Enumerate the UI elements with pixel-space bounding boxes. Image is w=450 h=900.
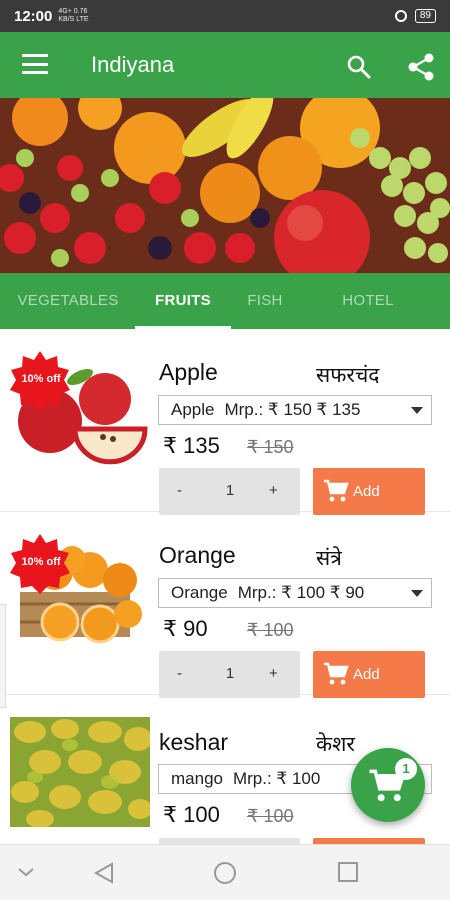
add-button-label: Add [353,666,380,683]
original-price: ₹ 100 [247,620,294,640]
variant-select[interactable]: Orange Mrp.: ₹ 100 ₹ 90 [158,578,432,608]
selling-price: ₹ 100 [163,802,220,827]
search-icon[interactable] [346,54,372,80]
tab-fish[interactable]: FISH [231,273,299,329]
variant-name: Apple [171,400,215,419]
system-navigation-bar [0,844,450,900]
product-card: 10% off Orange संत्रे Orange Mrp.: ₹ 100 … [0,512,450,698]
original-price: ₹ 150 [247,437,294,457]
variant-mrp: Mrp.: ₹ 150 ₹ 135 [224,400,361,419]
cart-icon [324,662,349,685]
quantity-value: 1 [225,665,235,682]
network-speed: 4G+ 0.76 KB/S LTE [58,8,88,24]
tab-hotel[interactable]: HOTEL [326,273,410,329]
add-to-cart-button[interactable]: Add [313,651,425,698]
product-name: Orange [159,542,236,568]
increase-quantity-button[interactable]: + [269,482,278,499]
status-bar: 12:00 4G+ 0.76 KB/S LTE 89 [0,0,450,32]
selling-price: ₹ 90 [163,616,208,641]
mango-image [10,717,150,827]
quantity-value: 1 [225,482,235,499]
product-name-local: संत्रे [316,546,342,570]
discount-badge-label: 10% off [21,556,61,568]
menu-icon[interactable] [22,54,48,74]
app-title: Indiyana [91,52,175,77]
selling-price: ₹ 135 [163,433,220,458]
recents-icon[interactable] [337,861,359,883]
variant-select[interactable]: Apple Mrp.: ₹ 150 ₹ 135 [158,395,432,425]
product-name: Apple [159,359,218,385]
product-name-local: केशर [316,732,355,756]
fruit-banner-illustration [0,98,450,273]
decrease-quantity-button[interactable]: - [177,665,182,682]
share-icon[interactable] [406,52,436,82]
fruit-banner-image [0,98,450,273]
home-icon[interactable] [213,861,237,885]
variant-name: Orange [171,583,228,602]
chevron-down-icon[interactable] [16,865,36,879]
product-name-local: सफरचंद [316,363,380,387]
cart-fab-button[interactable]: 1 [351,748,425,822]
add-to-cart-button[interactable]: Add [313,468,425,515]
dropdown-caret-icon [411,407,423,414]
quantity-stepper: - 1 + [159,468,300,515]
variant-mrp: Mrp.: ₹ 100 ₹ 90 [237,583,365,602]
category-tabs: VEGETABLES FRUITS FISH HOTEL [0,273,450,329]
tab-fruits[interactable]: FRUITS [135,273,231,329]
product-name: keshar [159,729,229,755]
network-line-2: KB/S LTE [58,16,89,23]
discount-badge-label: 10% off [21,373,61,385]
data-saver-icon [394,10,407,22]
decrease-quantity-button[interactable]: - [177,482,182,499]
original-price: ₹ 100 [247,806,294,826]
variant-mrp: Mrp.: ₹ 100 [232,769,321,788]
add-button-label: Add [353,483,380,500]
quantity-stepper: - 1 + [159,651,300,698]
side-drawer-handle[interactable] [0,604,6,708]
cart-count-badge: 1 [395,758,417,780]
dropdown-caret-icon [411,590,423,597]
network-line-1: 4G+ 0.76 [58,8,88,15]
tab-vegetables[interactable]: VEGETABLES [8,273,128,329]
battery-level: 89 [414,9,436,23]
back-icon[interactable] [92,861,116,885]
increase-quantity-button[interactable]: + [269,665,278,682]
app-bar: Indiyana [0,32,450,98]
product-card: 10% off Apple सफरचंद Apple Mrp.: ₹ 150 ₹ … [0,329,450,515]
cart-icon [324,479,349,502]
variant-name: mango [171,769,223,788]
status-time: 12:00 [14,7,53,25]
